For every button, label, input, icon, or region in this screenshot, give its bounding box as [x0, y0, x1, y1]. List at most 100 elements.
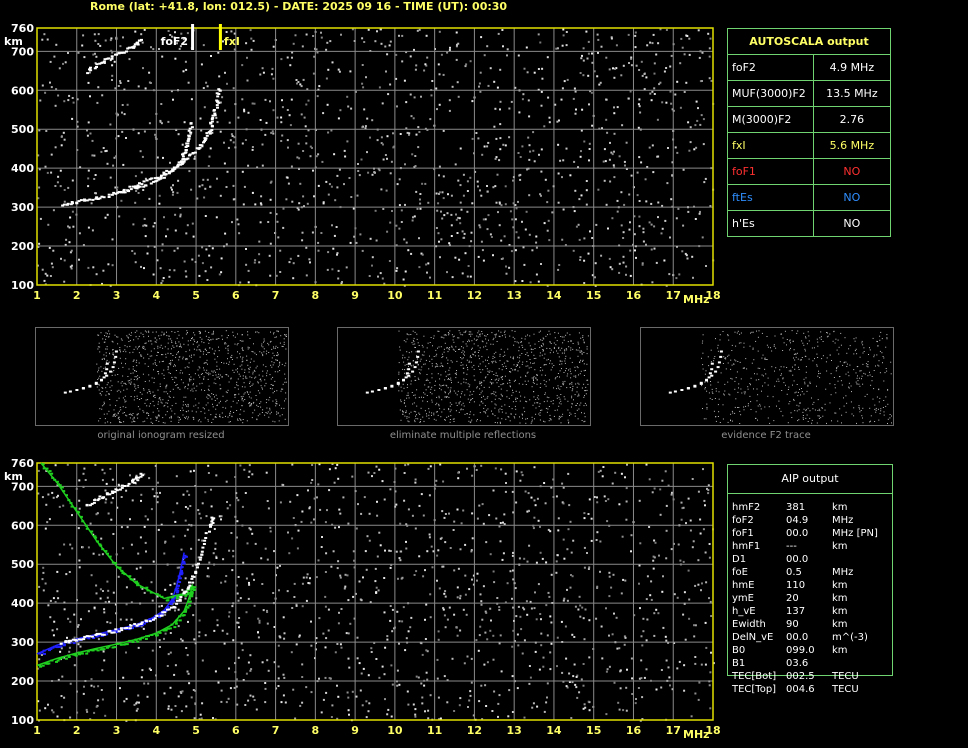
- thumb-dot: [113, 363, 115, 365]
- noise-dot: [339, 109, 342, 112]
- thumb-dot: [526, 418, 528, 420]
- data-point: [198, 146, 202, 149]
- thumb-dot: [424, 384, 426, 386]
- noise-dot: [211, 247, 214, 250]
- noise-dot: [689, 126, 692, 129]
- thumb-dot: [247, 331, 249, 333]
- thumb-dot: [198, 402, 200, 404]
- noise-dot: [450, 235, 453, 237]
- thumb-dot: [714, 398, 716, 399]
- thumb-dot: [557, 373, 559, 374]
- noise-dot: [90, 574, 93, 577]
- noise-dot: [122, 676, 125, 679]
- thumb-dot: [857, 380, 859, 382]
- thumb-dot: [566, 349, 568, 351]
- thumb-dot: [478, 365, 480, 367]
- thumb-dot: [411, 365, 413, 367]
- thumb-dot: [573, 399, 574, 401]
- noise-dot: [150, 46, 152, 49]
- thumb-dot: [872, 337, 874, 339]
- thumb-dot: [165, 353, 167, 355]
- data-point: [171, 168, 175, 171]
- thumb-dot: [499, 336, 501, 338]
- noise-dot: [557, 201, 560, 204]
- noise-dot: [144, 87, 147, 90]
- thumb-dot: [273, 333, 274, 335]
- thumb-dot: [112, 349, 114, 351]
- noise-dot: [683, 53, 686, 56]
- thumb-dot: [781, 390, 783, 391]
- noise-dot: [612, 67, 614, 70]
- data-point: [155, 176, 159, 179]
- noise-dot: [210, 266, 213, 269]
- noise-dot: [581, 54, 583, 57]
- noise-dot: [539, 613, 542, 615]
- thumb-dot: [144, 420, 146, 422]
- thumb-dot: [724, 357, 726, 359]
- thumb-dot: [266, 399, 268, 401]
- thumb-dot: [212, 371, 214, 373]
- thumb-dot: [537, 395, 539, 397]
- noise-dot: [442, 175, 445, 178]
- noise-dot: [178, 47, 181, 50]
- thumb-noise: [96, 330, 287, 424]
- thumb-dot: [136, 365, 138, 367]
- thumb-dot: [431, 365, 433, 367]
- thumb-dot: [448, 349, 450, 351]
- noise-dot: [420, 95, 422, 98]
- noise-dot: [707, 492, 710, 495]
- thumb-dot: [495, 395, 497, 397]
- thumb-dot: [583, 352, 585, 353]
- noise-dot: [461, 272, 464, 275]
- thumb-dot: [746, 368, 748, 370]
- thumb-dot: [135, 388, 137, 390]
- thumb-dot: [284, 400, 285, 402]
- noise-dot: [585, 30, 588, 33]
- thumb-dot: [797, 395, 799, 397]
- thumb-dot: [751, 331, 753, 333]
- thumb-dot: [542, 349, 544, 350]
- thumb-dot: [750, 332, 751, 334]
- thumb-dot: [144, 330, 146, 332]
- thumb-dot: [153, 394, 155, 396]
- thumb-dot: [277, 347, 279, 349]
- noise-dot: [534, 650, 537, 653]
- thumb-dot: [571, 397, 573, 399]
- noise-dot: [61, 675, 64, 678]
- thumb-dot: [885, 396, 887, 398]
- thumb-dot: [569, 357, 571, 359]
- thumb-dot: [807, 421, 809, 422]
- noise-dot: [415, 190, 418, 193]
- thumb-dot: [448, 378, 449, 379]
- thumb-dot: [460, 408, 462, 410]
- thumb-dot: [438, 346, 440, 348]
- thumb-dot: [468, 333, 470, 335]
- data-point: [210, 120, 214, 123]
- noise-dot: [697, 29, 700, 32]
- thumb-dot: [461, 358, 463, 360]
- thumb-dot: [111, 340, 113, 342]
- thumb-dot: [239, 340, 241, 342]
- thumb-dot: [125, 414, 127, 416]
- noise-dot: [645, 243, 647, 246]
- thumb-dot: [854, 340, 856, 342]
- thumb-dot: [533, 391, 535, 393]
- thumb-dot: [500, 348, 502, 350]
- noise-dot: [466, 210, 469, 213]
- thumb-dot: [211, 398, 213, 400]
- thumb-dot: [206, 372, 208, 374]
- noise-dot: [669, 65, 672, 68]
- thumb-dot: [752, 348, 754, 350]
- noise-dot: [558, 264, 561, 266]
- noise-dot: [574, 189, 577, 192]
- thumb-dot: [463, 405, 465, 407]
- thumb-dot: [764, 358, 766, 360]
- thumb-dot: [193, 383, 194, 385]
- noise-dot: [459, 147, 462, 150]
- thumb-dot: [187, 403, 189, 405]
- thumb-dot: [262, 346, 264, 348]
- thumb-dot: [534, 402, 536, 404]
- thumb-dot: [527, 355, 529, 357]
- thumb-dot: [137, 385, 139, 386]
- noise-dot: [307, 582, 310, 584]
